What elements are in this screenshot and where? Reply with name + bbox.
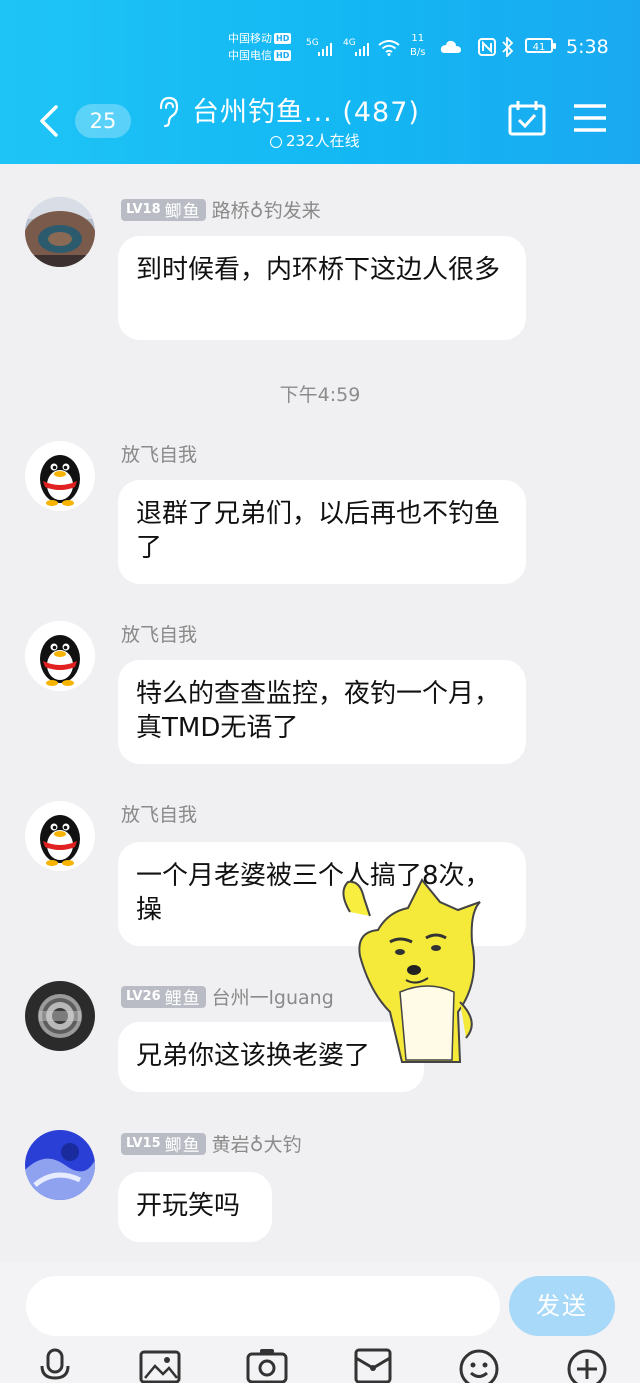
carrier-2: 中国电信 (228, 49, 272, 62)
clock: 5:38 (566, 36, 609, 58)
calendar-check-icon[interactable] (508, 100, 546, 136)
status-bar: 中国移动 HD 中国电信 HD 5G 4G 11 B/s 41 5:38 (0, 28, 640, 68)
online-status: 232人在线 (270, 130, 360, 151)
penguin-icon (25, 441, 95, 511)
sender-name[interactable]: 放飞自我 (121, 440, 197, 467)
level-title: 鲫鱼 (164, 1136, 201, 1156)
level-badge: LV15 鲫鱼 (121, 1132, 206, 1156)
camera-icon[interactable] (246, 1348, 288, 1383)
signal-icon (318, 42, 332, 56)
level: LV15 (126, 1136, 161, 1151)
level-badge: LV18 鲫鱼 (121, 198, 206, 222)
online-count: 232人在线 (286, 132, 360, 150)
penguin-icon (25, 621, 95, 691)
avatar[interactable] (25, 621, 95, 691)
sender-meta: 放飞自我 (121, 800, 197, 827)
message-input[interactable] (26, 1276, 500, 1336)
doge-sticker-image (342, 878, 481, 1063)
signal-type-2: 4G (343, 38, 356, 48)
level: LV18 (126, 202, 161, 217)
net-speed-unit: B/s (410, 47, 426, 58)
sender-meta: 放飞自我 (121, 620, 197, 647)
sender-name[interactable]: 台州一lguang (212, 983, 334, 1010)
net-speed-value: 11 (411, 33, 425, 44)
avatar[interactable] (25, 197, 95, 267)
message-bubble[interactable]: 开玩笑吗 (118, 1172, 272, 1242)
image-icon[interactable] (139, 1348, 181, 1383)
sender-meta: LV18 鲫鱼 路桥♁钓发来 (121, 196, 321, 223)
battery-icon: 41 (525, 38, 556, 53)
hd-badge: HD (274, 33, 292, 44)
avatar[interactable] (25, 981, 95, 1051)
red-packet-icon[interactable] (354, 1348, 392, 1383)
bluetooth-icon (502, 37, 514, 57)
avatar[interactable] (25, 441, 95, 511)
avatar-photo-blue (25, 1130, 95, 1200)
nfc-icon (478, 38, 496, 56)
mic-icon[interactable] (38, 1348, 72, 1383)
chat-header: 中国移动 HD 中国电信 HD 5G 4G 11 B/s 41 5:38 25 … (0, 0, 640, 164)
avatar-photo-bearings (25, 981, 95, 1051)
wifi-icon (378, 40, 400, 56)
penguin-icon (25, 801, 95, 871)
unread-count-badge[interactable]: 25 (75, 104, 131, 138)
back-icon[interactable] (38, 104, 60, 138)
menu-icon[interactable] (572, 102, 608, 134)
cloud-icon (440, 40, 461, 53)
sender-name[interactable]: 放飞自我 (121, 800, 197, 827)
message-bubble[interactable]: 到时候看，内环桥下这边人很多 (118, 236, 526, 340)
emoji-icon[interactable] (458, 1348, 500, 1383)
level-title: 鲫鱼 (164, 202, 201, 222)
send-button[interactable]: 发送 (509, 1276, 615, 1336)
level: LV26 (126, 989, 161, 1004)
signal-icon (355, 42, 369, 56)
avatar[interactable] (25, 801, 95, 871)
sender-name[interactable]: 路桥♁钓发来 (212, 196, 321, 223)
message-bubble[interactable]: 退群了兄弟们，以后再也不钓鱼了 (118, 480, 526, 584)
sender-meta: 放飞自我 (121, 440, 197, 467)
avatar-photo-canyon (25, 197, 95, 267)
level-badge: LV26 鲤鱼 (121, 985, 206, 1009)
ear-icon[interactable] (157, 96, 179, 128)
online-icon (270, 136, 282, 148)
carriers: 中国移动 HD 中国电信 HD (228, 30, 292, 64)
message-bubble[interactable]: 特么的查查监控，夜钓一个月，真TMD无语了 (118, 660, 526, 764)
sender-meta: LV26 鲤鱼 台州一lguang (121, 983, 334, 1010)
sender-meta: LV15 鲫鱼 黄岩♁大钓 (121, 1130, 302, 1157)
message-timestamp: 下午4:59 (279, 384, 361, 406)
sender-name[interactable]: 黄岩♁大钓 (212, 1130, 302, 1157)
sender-name[interactable]: 放飞自我 (121, 620, 197, 647)
carrier-1: 中国移动 (228, 32, 272, 45)
signal-type-1: 5G (306, 38, 319, 48)
group-title[interactable]: 台州钓鱼... (487) (192, 90, 420, 129)
avatar[interactable] (25, 1130, 95, 1200)
plus-icon[interactable] (566, 1348, 608, 1383)
hd-badge: HD (274, 50, 292, 61)
level-title: 鲤鱼 (164, 989, 201, 1009)
net-speed: 11 B/s (410, 32, 425, 60)
